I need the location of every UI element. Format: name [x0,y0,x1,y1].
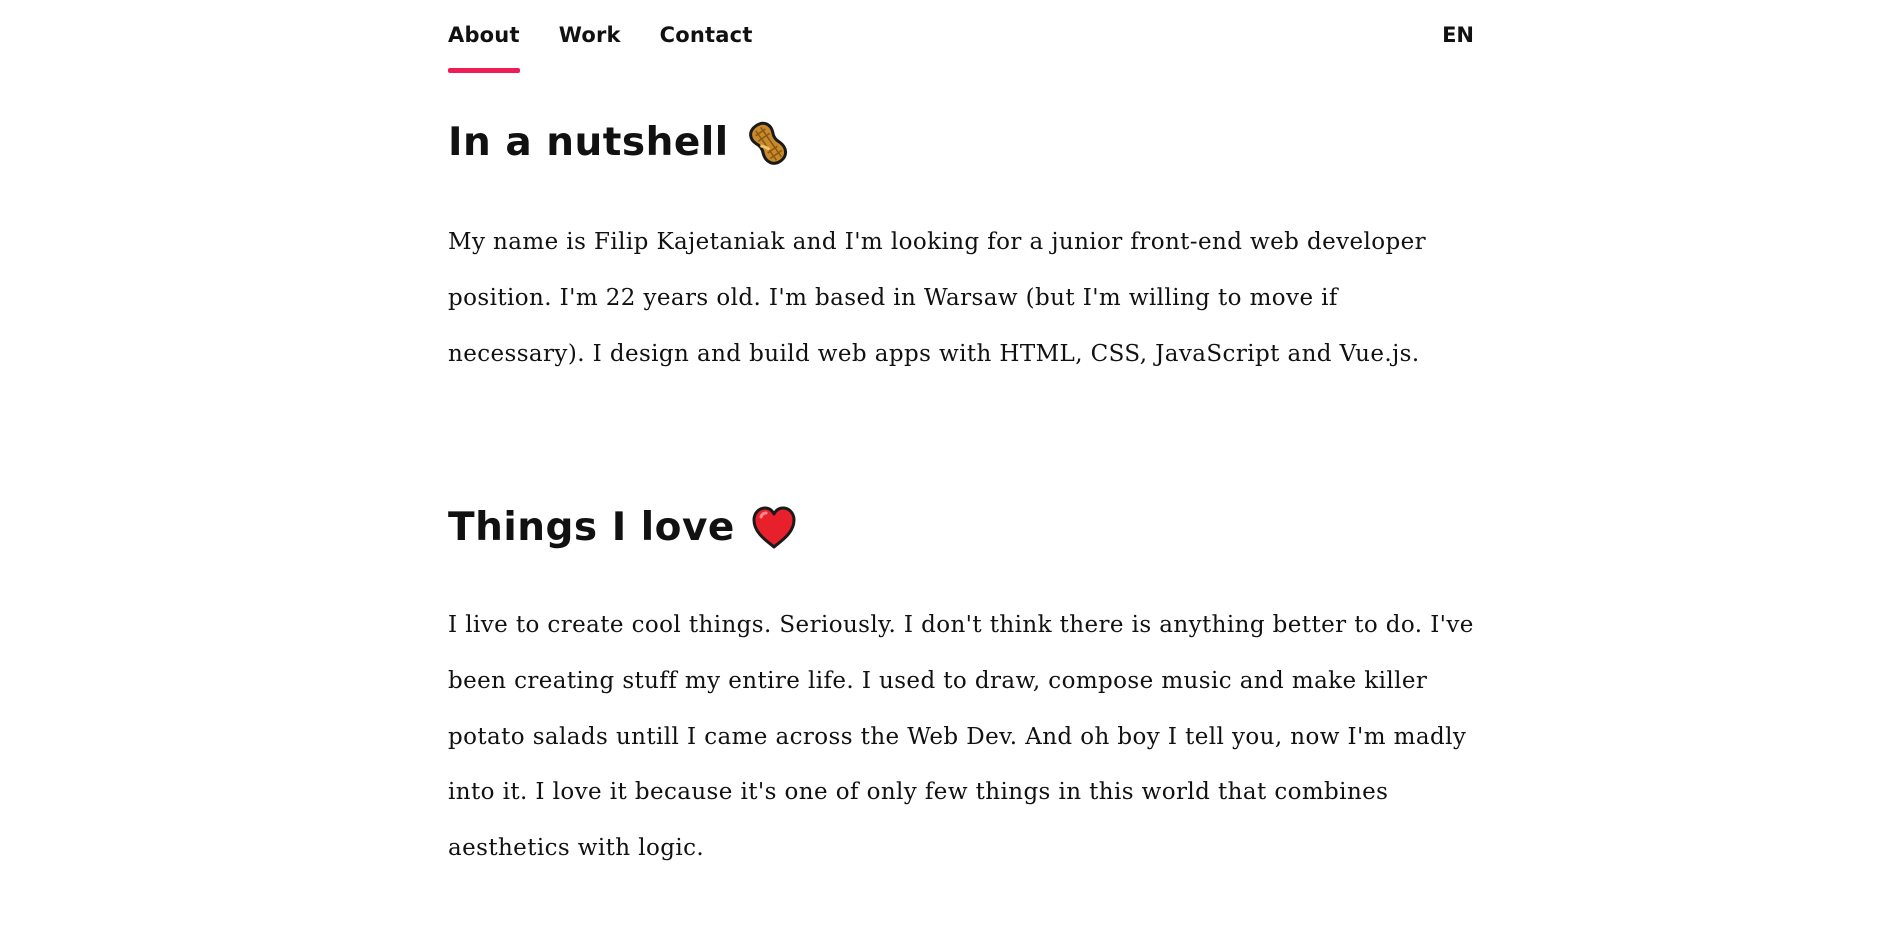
peanut-icon [743,118,793,168]
top-nav: About Work Contact EN [448,0,1474,74]
nav-link-about[interactable]: About [448,20,520,73]
section-heading-text: Things I love [448,505,735,550]
section-heading-nutshell: In a nutshell [448,118,793,168]
intro-paragraph: My name is Filip Kajetaniak and I'm look… [448,229,1427,367]
page-container: About Work Contact EN In a nutshell My n… [448,0,1474,861]
heart-icon [749,503,799,553]
language-switcher[interactable]: EN [1442,20,1474,50]
nav-link-work[interactable]: Work [559,20,621,50]
things-i-love-paragraph: I live to create cool things. Seriously.… [448,612,1474,862]
section-heading-things-i-love: Things I love [448,503,799,553]
nav-links: About Work Contact [448,20,792,73]
nav-link-contact[interactable]: Contact [660,20,753,50]
section-heading-text: In a nutshell [448,120,729,165]
